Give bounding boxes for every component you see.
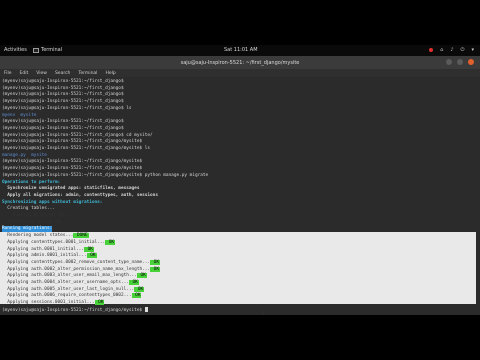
ok-badge: OK: [150, 266, 160, 272]
terminal-line: (myenv)saju@saju-Inspiron-5521:~/first_d…: [2, 119, 124, 125]
terminal-line: (myenv)saju@saju-Inspiron-5521:~/first_d…: [2, 146, 151, 151]
app-menu[interactable]: Terminal: [33, 47, 62, 53]
terminal-line: (myenv)saju@saju-Inspiron-5521:~/first_d…: [2, 99, 124, 105]
ok-badge: OK: [128, 280, 139, 285]
power-icon: ⏻: [460, 47, 465, 53]
window-titlebar[interactable]: saju@saju-Inspiron-5521: ~/first_django/…: [0, 56, 480, 69]
maximize-button[interactable]: [457, 59, 463, 65]
terminal-line: Running migrations:: [2, 226, 53, 233]
terminal-line: Applying auth.0004_alter_user_username_o…: [2, 280, 139, 285]
terminal-line: (myenv)saju@saju-Inspiron-5521:~/first_d…: [2, 105, 132, 111]
terminal-line: myenv mysite: [2, 112, 37, 118]
record-icon: [429, 48, 434, 52]
ok-badge: OK: [94, 300, 105, 306]
terminal-line: Applying admin.0001_initial... OK: [2, 253, 97, 259]
done-badge: DONE: [73, 233, 89, 239]
menu-help[interactable]: Help: [105, 71, 115, 76]
close-button[interactable]: [468, 59, 474, 65]
ok-badge: OK: [134, 286, 145, 292]
window-controls: [446, 59, 474, 65]
ok-badge: OK: [131, 293, 142, 299]
terminal-line: (myenv)saju@saju-Inspiron-5521:~/first_d…: [2, 172, 209, 178]
terminal-line: (myenv)saju@saju-Inspiron-5521:~/first_d…: [2, 85, 124, 91]
terminal-output[interactable]: (myenv)saju@saju-Inspiron-5521:~/first_d…: [0, 77, 480, 315]
ok-badge: OK: [150, 259, 160, 265]
minimize-button[interactable]: [446, 59, 452, 65]
terminal-line: manage.py mysite: [2, 152, 47, 158]
terminal-line: (myenv)saju@saju-Inspiron-5521:~/first_d…: [2, 166, 143, 172]
ok-badge: OK: [136, 273, 147, 279]
activities-button[interactable]: Activities: [4, 47, 27, 53]
system-tray[interactable]: ⌂ ♪ ⏻ ▾: [429, 47, 474, 53]
terminal-line: Applying contenttypes.0002_remove_conten…: [2, 259, 160, 265]
chevron-down-icon: ▾: [471, 47, 474, 53]
terminal-line: (myenv)saju@saju-Inspiron-5521:~/first_d…: [2, 306, 148, 313]
terminal-line: Synchronize unmigrated apps: staticfiles…: [2, 186, 140, 192]
terminal-line: Operations to perform:: [2, 179, 61, 185]
terminal-line: Applying auth.0003_alter_user_email_max_…: [2, 273, 147, 279]
terminal-line: (myenv)saju@saju-Inspiron-5521:~/first_d…: [2, 92, 124, 98]
terminal-line: Synchronizing apps without migrations:: [2, 199, 103, 205]
menu-search[interactable]: Search: [55, 71, 70, 76]
terminal-line: Applying auth.0001_initial... OK: [2, 246, 94, 252]
terminal-line: (myenv)saju@saju-Inspiron-5521:~/first_d…: [2, 125, 124, 131]
terminal-line: Applying auth.0006_require_contenttypes_…: [2, 293, 142, 299]
network-icon: ⌂: [440, 47, 444, 53]
terminal-line: Rendering model states... DONE: [2, 233, 89, 239]
app-name: Terminal: [41, 47, 63, 53]
terminal-line: Applying auth.0005_alter_user_last_login…: [2, 286, 145, 292]
terminal-line: Running deferred SQL...: [2, 213, 74, 218]
menu-terminal[interactable]: Terminal: [78, 71, 97, 76]
terminal-line: Installing custom SQL...: [2, 219, 71, 225]
terminal-line: (myenv)saju@saju-Inspiron-5521:~/first_d…: [2, 159, 143, 165]
terminal-line: Applying sessions.0001_initial... OK: [2, 300, 105, 306]
terminal-line: Apply all migrations: admin, contenttype…: [2, 192, 158, 198]
terminal-line: Creating tables...: [2, 206, 55, 212]
menu-bar: File Edit View Search Terminal Help: [0, 69, 480, 77]
text-cursor: [144, 306, 148, 312]
ok-badge: OK: [105, 239, 116, 245]
top-panel: Activities Terminal Sat 11:01 AM ⌂ ♪ ⏻ ▾: [0, 45, 480, 56]
ok-badge: OK: [86, 253, 97, 259]
window-title: saju@saju-Inspiron-5521: ~/first_django/…: [180, 60, 300, 66]
desktop-screen: Activities Terminal Sat 11:01 AM ⌂ ♪ ⏻ ▾…: [0, 45, 480, 315]
menu-edit[interactable]: Edit: [20, 71, 29, 76]
terminal-line: (myenv)saju@saju-Inspiron-5521:~/first_d…: [2, 79, 124, 84]
mouse-cursor: I: [262, 310, 266, 315]
menu-file[interactable]: File: [4, 71, 12, 76]
ok-badge: OK: [83, 246, 94, 252]
terminal-line: Applying auth.0002_alter_permission_name…: [2, 266, 160, 272]
terminal-line: (myenv)saju@saju-Inspiron-5521:~/first_d…: [2, 139, 143, 145]
terminal-line: (myenv)saju@saju-Inspiron-5521:~/first_d…: [2, 132, 153, 138]
terminal-line: Applying contenttypes.0001_initial... OK: [2, 239, 116, 245]
scrollbar[interactable]: [476, 77, 480, 315]
menu-view[interactable]: View: [36, 71, 47, 76]
terminal-icon: [33, 47, 39, 53]
clock[interactable]: Sat 11:01 AM: [224, 47, 258, 53]
volume-icon: ♪: [450, 47, 454, 53]
